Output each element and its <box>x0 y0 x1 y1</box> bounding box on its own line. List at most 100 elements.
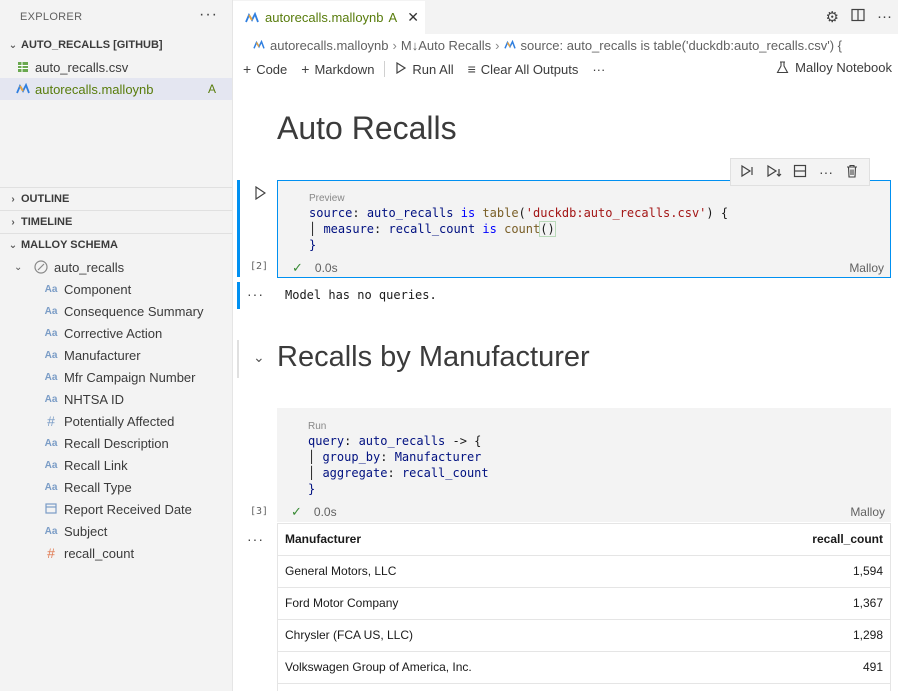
malloy-icon <box>16 82 30 96</box>
schema-field[interactable]: Aa Recall Link <box>0 454 232 476</box>
file-item-csv[interactable]: auto_recalls.csv <box>0 56 232 78</box>
more-actions-icon[interactable]: ··· <box>813 164 839 180</box>
split-cell-icon[interactable] <box>787 164 813 181</box>
markdown-heading-auto-recalls[interactable]: Auto Recalls <box>277 110 457 147</box>
markdown-heading-recalls-by-manufacturer[interactable]: Recalls by Manufacturer <box>277 341 590 374</box>
schema-field[interactable]: # Potentially Affected <box>0 410 232 432</box>
chevron-down-icon: ⌄ <box>8 39 18 51</box>
schema-field[interactable]: Aa Subject <box>0 520 232 542</box>
malloy-icon <box>245 11 259 24</box>
string-type-icon: Aa <box>44 393 58 405</box>
kernel-label: Malloy Notebook <box>795 60 892 75</box>
split-editor-icon[interactable] <box>851 8 865 26</box>
cell-language[interactable]: Malloy <box>850 505 885 519</box>
table-cell: General Motors, LLC <box>277 555 708 588</box>
chevron-down-icon: ⌄ <box>8 239 18 251</box>
explorer-header: EXPLORER ··· <box>0 0 232 33</box>
more-actions-icon[interactable]: ··· <box>877 8 892 26</box>
execution-count: [3] <box>250 506 269 517</box>
add-markdown-button[interactable]: + Markdown <box>301 61 374 77</box>
date-type-icon <box>43 502 59 517</box>
code-cell-source[interactable]: Preview source: auto_recalls is table('d… <box>277 180 891 278</box>
gear-icon[interactable]: ⚙ <box>826 8 839 26</box>
schema-field[interactable]: Aa Consequence Summary <box>0 300 232 322</box>
cell-output-text: Model has no queries. <box>285 288 437 302</box>
toolbar-divider <box>384 61 386 77</box>
malloy-icon <box>253 40 265 50</box>
file-item-notebook[interactable]: autorecalls.malloynb A <box>0 78 232 100</box>
execution-count: [2] <box>250 261 269 272</box>
cell-language[interactable]: Malloy <box>849 261 884 275</box>
add-code-button[interactable]: + Code <box>243 61 287 77</box>
table-cell: Chrysler (FCA US, LLC) <box>277 619 708 652</box>
run-above-icon[interactable] <box>735 164 761 181</box>
table-header-row: Manufacturer recall_count <box>277 523 891 556</box>
kernel-icon <box>776 61 789 74</box>
repo-section-header[interactable]: ⌄ AUTO_RECALLS [GITHUB] <box>0 34 232 56</box>
code-editor[interactable]: query: auto_recalls -> { │ group_by: Man… <box>308 433 489 497</box>
field-name: Potentially Affected <box>64 413 175 429</box>
table-cell: 1,367 <box>707 587 891 620</box>
chevron-right-icon: › <box>11 193 15 205</box>
toolbar-more-button[interactable]: ··· <box>592 62 605 77</box>
timeline-section[interactable]: › TIMELINE <box>0 211 232 233</box>
string-type-icon: Aa <box>44 305 58 317</box>
chevron-right-icon: › <box>495 37 500 53</box>
malloy-schema-section[interactable]: ⌄ MALLOY SCHEMA <box>0 234 232 256</box>
run-below-icon[interactable] <box>761 164 787 181</box>
delete-icon[interactable] <box>839 164 865 181</box>
schema-field[interactable]: Aa Component <box>0 278 232 300</box>
table-row: Volkswagen Group of America, Inc. 491 <box>277 651 891 684</box>
schema-field[interactable]: Report Received Date <box>0 498 232 520</box>
string-type-icon: Aa <box>44 481 58 493</box>
column-header[interactable]: Manufacturer <box>277 523 708 556</box>
field-name: Manufacturer <box>64 347 141 363</box>
schema-label: MALLOY SCHEMA <box>21 239 118 251</box>
code-cell-query[interactable]: Run query: auto_recalls -> { │ group_by:… <box>277 408 891 522</box>
schema-field[interactable]: Aa Mfr Campaign Number <box>0 366 232 388</box>
results-table: Manufacturer recall_count General Motors… <box>277 523 891 684</box>
tab-autorecalls-notebook[interactable]: autorecalls.malloynb A ✕ <box>233 0 425 34</box>
run-cell-button[interactable] <box>254 185 267 203</box>
string-type-icon: Aa <box>44 437 58 449</box>
schema-field[interactable]: Aa Recall Description <box>0 432 232 454</box>
schema-field[interactable]: # recall_count <box>0 542 232 564</box>
markdown-cell-indicator <box>237 340 239 378</box>
cell-focus-indicator <box>237 180 240 277</box>
chevron-down-icon[interactable]: ⌄ <box>253 349 265 366</box>
run-all-button[interactable]: Run All <box>395 61 454 77</box>
output-more-icon[interactable]: ··· <box>247 286 264 302</box>
table-cell: 491 <box>707 651 891 684</box>
field-name: recall_count <box>64 545 135 561</box>
string-type-icon: Aa <box>44 283 58 295</box>
breadcrumb-file[interactable]: autorecalls.malloynb <box>270 38 389 53</box>
column-header[interactable]: recall_count <box>707 523 891 556</box>
outline-section[interactable]: › OUTLINE <box>0 188 232 210</box>
schema-field[interactable]: Aa Corrective Action <box>0 322 232 344</box>
run-all-icon <box>395 61 407 77</box>
close-icon[interactable]: ✕ <box>407 9 419 26</box>
tab-bar: autorecalls.malloynb A ✕ ⚙ ··· <box>233 0 898 34</box>
breadcrumb: autorecalls.malloynb › M↓Auto Recalls › … <box>233 34 898 56</box>
clear-all-label: Clear All Outputs <box>480 61 579 77</box>
cell-hint: Run <box>308 421 327 432</box>
timeline-label: TIMELINE <box>21 216 73 228</box>
string-type-icon: Aa <box>44 525 58 537</box>
more-actions-icon[interactable]: ··· <box>199 6 218 24</box>
schema-field[interactable]: Aa NHTSA ID <box>0 388 232 410</box>
clear-all-outputs-button[interactable]: ≡ Clear All Outputs <box>468 61 579 77</box>
field-name: Mfr Campaign Number <box>64 369 196 385</box>
schema-source-auto-recalls[interactable]: ⌄ auto_recalls <box>0 256 232 278</box>
schema-field[interactable]: Aa Recall Type <box>0 476 232 498</box>
schema-field[interactable]: Aa Manufacturer <box>0 344 232 366</box>
chevron-down-icon: ⌄ <box>14 261 23 273</box>
field-name: Subject <box>64 523 108 539</box>
kernel-picker[interactable]: Malloy Notebook <box>776 60 892 75</box>
breadcrumb-symbol[interactable]: source: auto_recalls is table('duckdb:au… <box>521 38 842 53</box>
breadcrumb-heading[interactable]: M↓Auto Recalls <box>401 38 491 53</box>
output-more-icon[interactable]: ··· <box>247 531 264 547</box>
code-editor[interactable]: source: auto_recalls is table('duckdb:au… <box>309 205 728 253</box>
string-type-icon: Aa <box>44 459 58 471</box>
field-name: Recall Link <box>64 457 128 473</box>
plus-icon: + <box>301 61 310 77</box>
